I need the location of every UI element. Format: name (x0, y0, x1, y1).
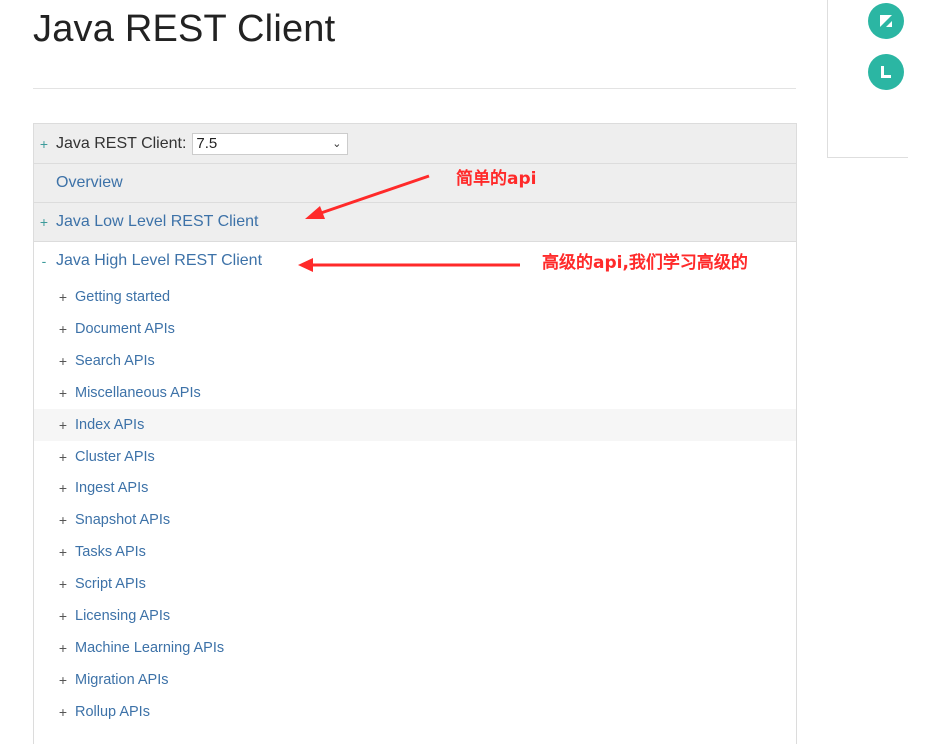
arrowhead-advanced (298, 258, 313, 272)
arrowhead-simple (305, 206, 325, 219)
arrow-simple (317, 174, 430, 216)
annotation-arrows (298, 174, 520, 272)
